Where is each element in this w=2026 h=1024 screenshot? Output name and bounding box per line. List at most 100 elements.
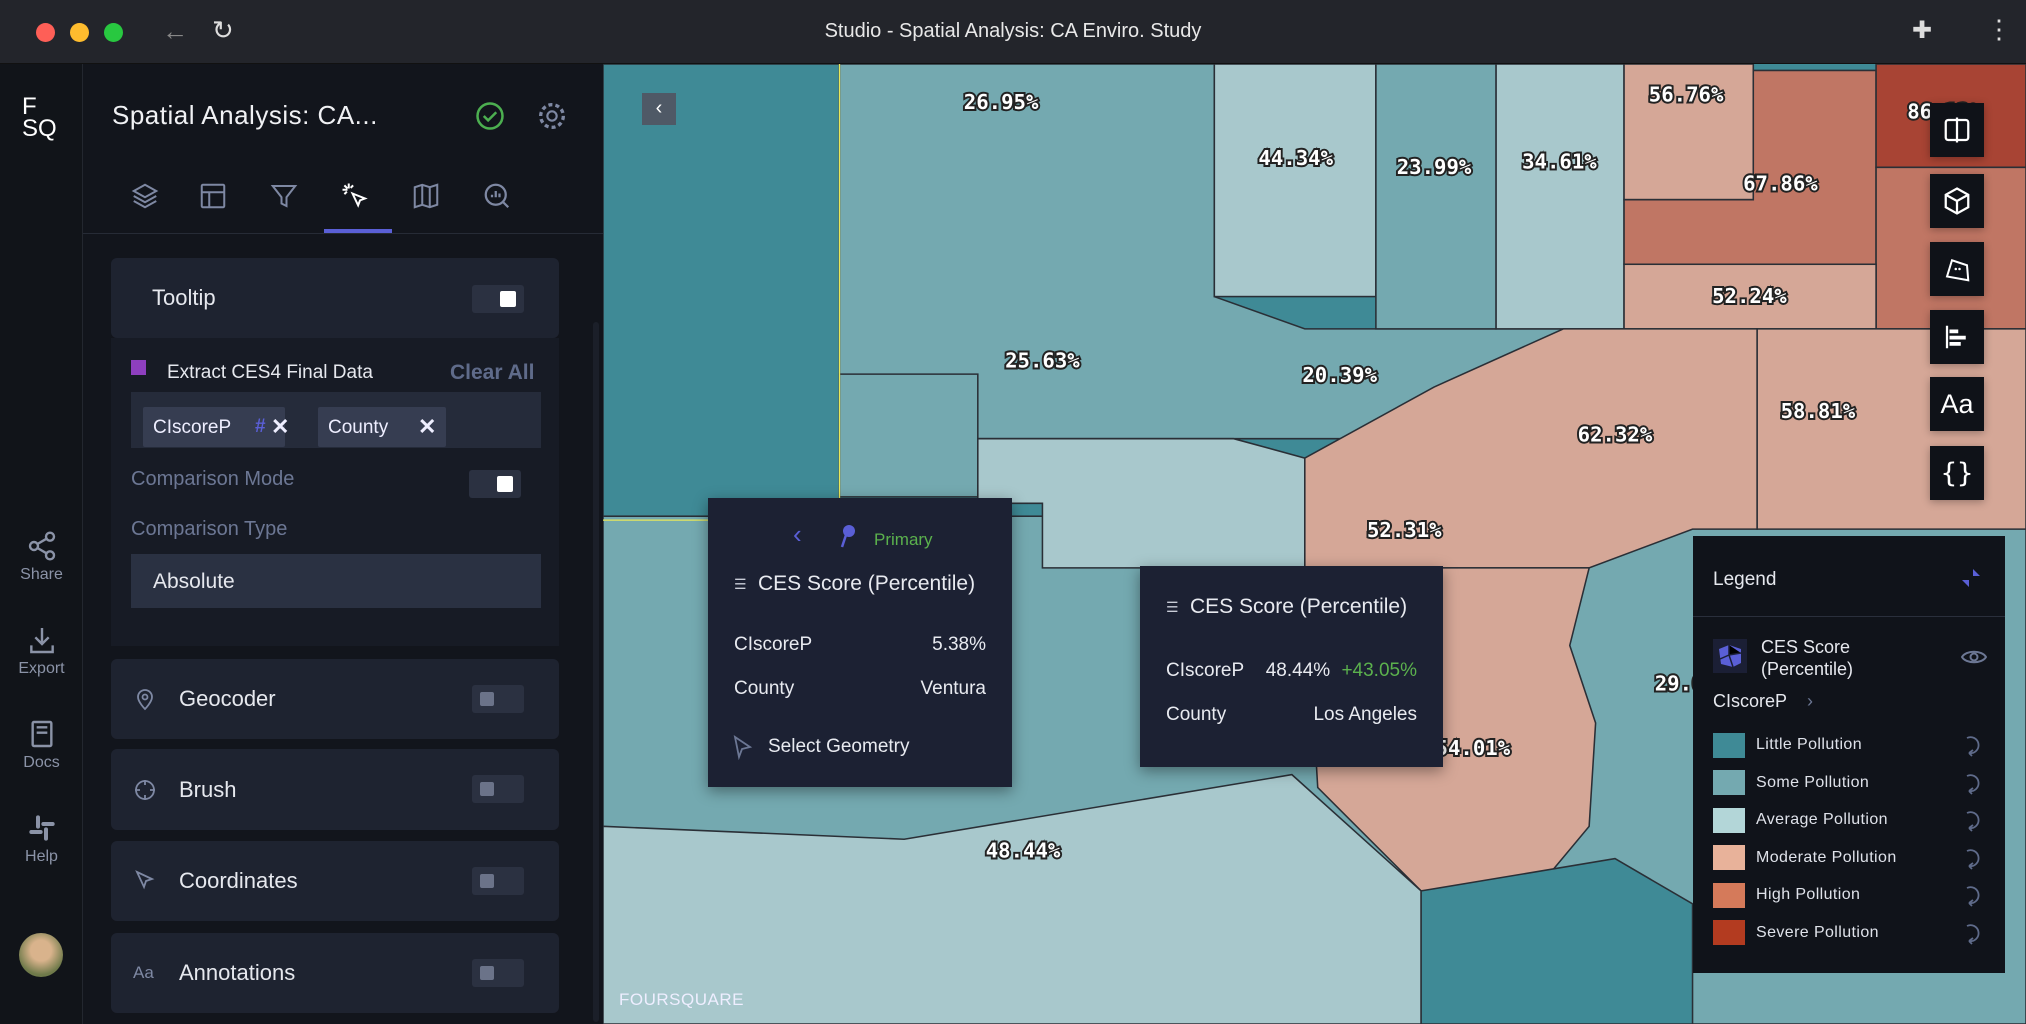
map-text-button[interactable]: Aa	[1930, 377, 1984, 431]
select-geometry-button[interactable]: Select Geometry	[732, 734, 910, 760]
reset-color-icon[interactable]	[1961, 921, 1983, 945]
map-canvas[interactable]: 26.95% 44.34% 23.99% 34.61% 56.76% 67.86…	[603, 64, 2026, 1024]
map-label: 54.01%	[1436, 736, 1511, 760]
field-name: County	[328, 417, 389, 438]
side-panel: Spatial Analysis: CA... Tooltip Extract …	[83, 64, 603, 1024]
map-label: 26.95%	[964, 90, 1039, 114]
tab-filters[interactable]	[261, 176, 307, 216]
annotations-card: Aa Annotations	[111, 933, 559, 1013]
tooltip-row: CIscoreP 48.44% +43.05%	[1166, 660, 1417, 682]
map-label: 62.32%	[1578, 422, 1653, 446]
region[interactable]	[1375, 64, 1497, 330]
tooltip-row: County Ventura	[734, 678, 986, 700]
3d-view-button[interactable]	[1930, 174, 1984, 228]
legend-field[interactable]: CIscoreP ›	[1713, 691, 1813, 712]
reset-color-icon[interactable]	[1961, 846, 1983, 870]
coordinates-toggle[interactable]	[472, 867, 524, 895]
tab-layout[interactable]	[190, 176, 236, 216]
cube-icon	[1944, 187, 1970, 215]
annotations-toggle[interactable]	[472, 959, 524, 987]
share-icon	[28, 531, 55, 561]
region[interactable]	[603, 64, 841, 521]
geocoder-toggle[interactable]	[472, 685, 524, 713]
legend-toggle-button[interactable]	[1930, 310, 1984, 364]
cursor-icon	[733, 735, 753, 760]
region[interactable]	[1213, 64, 1377, 298]
fsq-logo: F SQ	[22, 93, 57, 142]
field-delta: +43.05%	[1341, 660, 1417, 681]
docs-button[interactable]: Docs	[0, 718, 83, 772]
brush-toggle[interactable]	[472, 775, 524, 803]
region[interactable]	[1495, 64, 1625, 330]
visibility-eye-icon[interactable]	[1961, 646, 1987, 668]
legend-item-label: Little Pollution	[1756, 736, 1863, 753]
tab-basemap[interactable]	[403, 176, 449, 216]
tooltip-toggle[interactable]	[472, 285, 524, 313]
legend-title: Legend	[1713, 569, 1777, 590]
panel-scrollbar[interactable]	[593, 322, 599, 1022]
pin-icon	[840, 525, 855, 548]
more-menu-icon[interactable]: ⋮	[1986, 14, 2012, 45]
export-button[interactable]: Export	[0, 624, 83, 678]
layer-icon: ☰	[734, 576, 747, 592]
tooltip-fields-selector[interactable]: CIscoreP # ✕ County ✕	[131, 392, 541, 448]
map-label: 23.99%	[1397, 155, 1472, 179]
extensions-icon[interactable]: ✚	[1912, 16, 1932, 45]
legend-divider	[1693, 616, 2005, 617]
reset-color-icon[interactable]	[1961, 733, 1983, 757]
help-label: Help	[25, 848, 58, 865]
region[interactable]	[1756, 328, 2026, 530]
json-config-button[interactable]: {}	[1930, 446, 1984, 500]
collapse-legend-icon[interactable]	[1959, 566, 1983, 590]
reset-color-icon[interactable]	[1961, 883, 1983, 907]
legend-item: Severe Pollution	[1713, 920, 1983, 946]
field-chip-ciscorep: CIscoreP # ✕	[143, 407, 289, 447]
tooltip-row: County Los Angeles	[1166, 704, 1417, 726]
field-value: Ventura	[920, 678, 987, 699]
split-map-icon	[1944, 117, 1970, 143]
legend-field-name: CIscoreP	[1713, 691, 1788, 711]
tab-analysis[interactable]	[474, 176, 520, 216]
user-avatar[interactable]	[19, 933, 63, 977]
field-key: CIscoreP	[734, 634, 813, 655]
share-button[interactable]: Share	[0, 530, 83, 584]
back-chevron-icon[interactable]: ‹	[793, 519, 802, 550]
icon-rail: F SQ Share Export Docs Help	[0, 64, 83, 1024]
settings-gear-icon[interactable]	[536, 100, 568, 132]
reset-color-icon[interactable]	[1961, 808, 1983, 832]
region[interactable]	[838, 373, 979, 498]
region[interactable]	[1420, 857, 1694, 1024]
clear-all-button[interactable]: Clear All	[450, 361, 534, 385]
tooltip-config: Extract CES4 Final Data Clear All CIscor…	[111, 338, 559, 646]
field-name: CIscoreP	[153, 417, 232, 438]
remove-field-icon[interactable]: ✕	[418, 414, 436, 440]
geocoder-card: Geocoder	[111, 659, 559, 739]
tab-interactions[interactable]	[332, 176, 378, 216]
field-value: 48.44%	[1265, 660, 1331, 681]
chevron-right-icon: ›	[1807, 691, 1814, 711]
comparison-mode-toggle[interactable]	[469, 470, 521, 498]
polygon-layer-icon	[1713, 639, 1747, 673]
map-label: 25.63%	[1005, 349, 1080, 373]
reset-color-icon[interactable]	[1961, 771, 1983, 795]
split-map-button[interactable]	[1930, 103, 1984, 157]
legend-item-label: High Pollution	[1756, 886, 1861, 903]
tooltip-row: CIscoreP 5.38%	[734, 634, 986, 656]
book-icon	[30, 720, 53, 748]
remove-field-icon[interactable]: ✕	[271, 414, 289, 440]
map-label: 48.44%	[986, 838, 1061, 862]
legend-item-label: Severe Pollution	[1756, 923, 1879, 941]
window-title: Studio - Spatial Analysis: CA Enviro. St…	[824, 20, 1202, 42]
tab-layers[interactable]	[122, 176, 168, 216]
docs-label: Docs	[23, 754, 60, 771]
project-title: Spatial Analysis: CA...	[112, 100, 378, 130]
download-icon	[29, 628, 54, 654]
numeric-type-icon: #	[255, 416, 266, 437]
legend-item: Moderate Pollution	[1713, 845, 1983, 871]
legend-item: High Pollution	[1713, 882, 1983, 908]
help-button[interactable]: Help	[0, 812, 83, 866]
interaction-cursor-icon	[342, 183, 368, 208]
collapse-panel-button[interactable]: ‹	[642, 93, 676, 125]
comparison-type-select[interactable]: Absolute	[131, 554, 541, 608]
draw-polygon-button[interactable]	[1930, 242, 1984, 296]
